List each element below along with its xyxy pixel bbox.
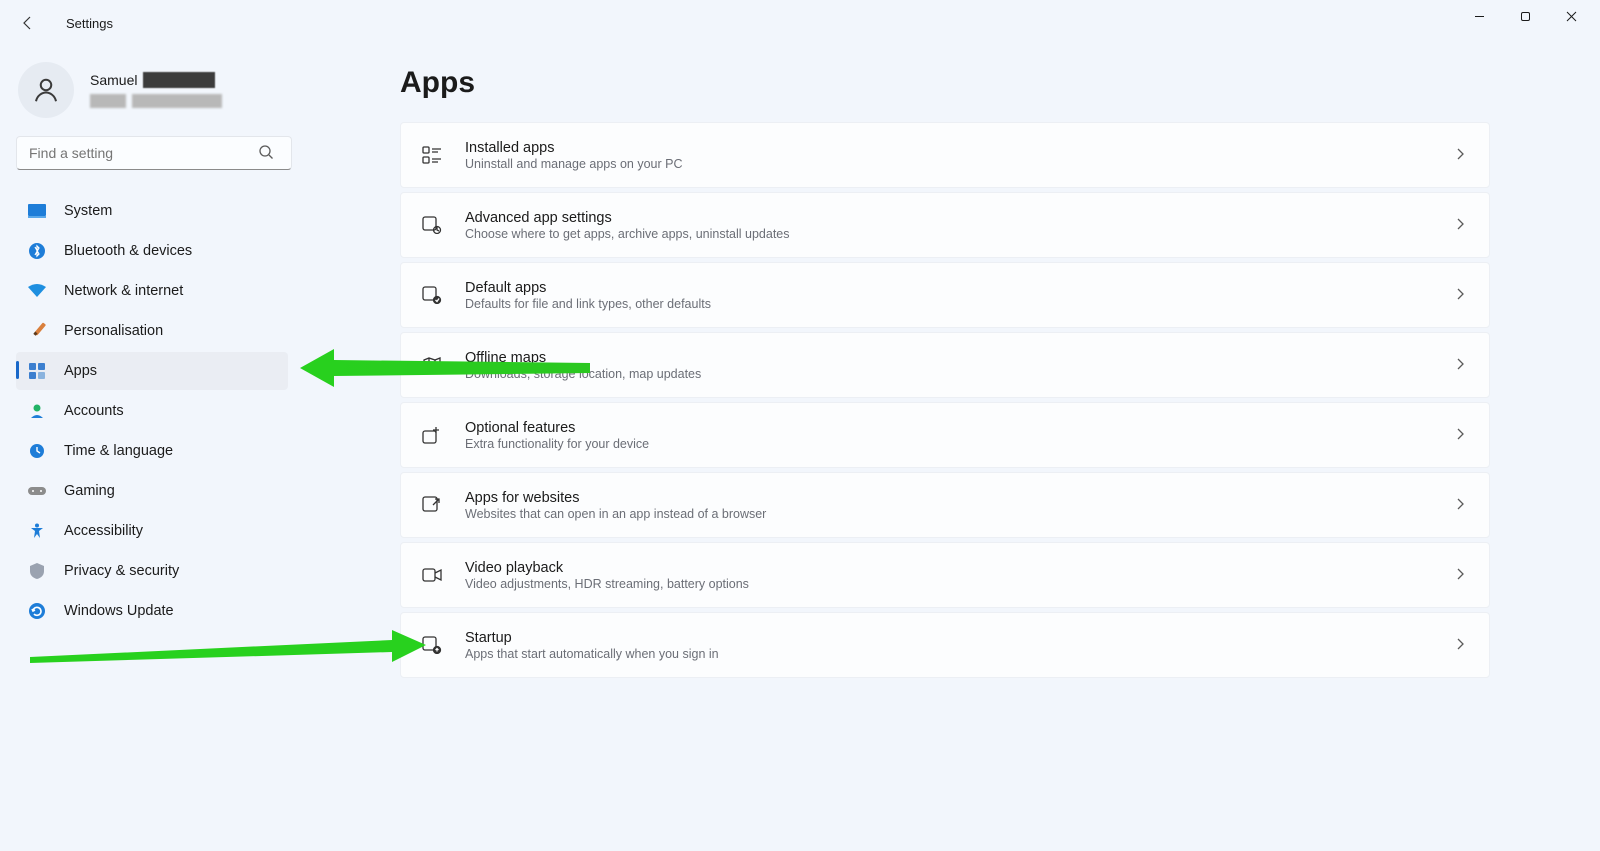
bluetooth-icon: [28, 242, 46, 260]
card-subtitle: Choose where to get apps, archive apps, …: [465, 227, 1455, 241]
main-content: Apps Installed apps Uninstall and manage…: [300, 46, 1600, 851]
user-meta: Samuel: [90, 72, 222, 108]
sidebar-item-accounts[interactable]: Accounts: [16, 392, 288, 430]
system-icon: [28, 202, 46, 220]
installed-apps-icon: [421, 146, 443, 164]
chevron-right-icon: [1455, 357, 1465, 374]
sidebar-item-label: Time & language: [64, 443, 173, 459]
sidebar-item-label: Apps: [64, 363, 97, 379]
card-title: Optional features: [465, 420, 1455, 436]
apps-icon: [28, 362, 46, 380]
chevron-right-icon: [1455, 567, 1465, 584]
personalisation-icon: [28, 322, 46, 340]
accounts-icon: [28, 402, 46, 420]
card-video-playback[interactable]: Video playback Video adjustments, HDR st…: [400, 542, 1490, 608]
card-title: Offline maps: [465, 350, 1455, 366]
network-icon: [28, 282, 46, 300]
search-icon: [258, 144, 274, 163]
sidebar-item-system[interactable]: System: [16, 192, 288, 230]
sidebar-item-update[interactable]: Windows Update: [16, 592, 288, 630]
sidebar-item-label: Windows Update: [64, 603, 174, 619]
card-subtitle: Video adjustments, HDR streaming, batter…: [465, 577, 1455, 591]
sidebar: Samuel System: [0, 46, 300, 851]
sidebar-item-label: Gaming: [64, 483, 115, 499]
back-button[interactable]: [18, 13, 38, 33]
sidebar-item-time[interactable]: Time & language: [16, 432, 288, 470]
sidebar-item-label: Bluetooth & devices: [64, 243, 192, 259]
card-title: Installed apps: [465, 140, 1455, 156]
sidebar-item-label: System: [64, 203, 112, 219]
sidebar-item-label: Network & internet: [64, 283, 183, 299]
optional-features-icon: [421, 426, 443, 444]
chevron-right-icon: [1455, 497, 1465, 514]
user-first-name: Samuel: [90, 72, 137, 88]
card-startup[interactable]: Startup Apps that start automatically wh…: [400, 612, 1490, 678]
card-list: Installed apps Uninstall and manage apps…: [400, 122, 1490, 678]
card-title: Video playback: [465, 560, 1455, 576]
update-icon: [28, 602, 46, 620]
offline-maps-icon: [421, 356, 443, 374]
chevron-right-icon: [1455, 427, 1465, 444]
advanced-settings-icon: [421, 216, 443, 234]
video-playback-icon: [421, 567, 443, 583]
apps-websites-icon: [421, 496, 443, 514]
window-controls: [1456, 0, 1594, 32]
sidebar-item-network[interactable]: Network & internet: [16, 272, 288, 310]
user-card[interactable]: Samuel: [18, 62, 288, 118]
nav-list: System Bluetooth & devices Network & int…: [16, 192, 288, 630]
card-subtitle: Downloads, storage location, map updates: [465, 367, 1455, 381]
close-button[interactable]: [1548, 0, 1594, 32]
sidebar-item-privacy[interactable]: Privacy & security: [16, 552, 288, 590]
chevron-right-icon: [1455, 217, 1465, 234]
chevron-right-icon: [1455, 287, 1465, 304]
avatar: [18, 62, 74, 118]
default-apps-icon: [421, 286, 443, 304]
startup-icon: [421, 636, 443, 654]
card-subtitle: Extra functionality for your device: [465, 437, 1455, 451]
sidebar-item-label: Accessibility: [64, 523, 143, 539]
card-subtitle: Apps that start automatically when you s…: [465, 647, 1455, 661]
titlebar: Settings: [0, 0, 1600, 46]
search-input[interactable]: [16, 136, 292, 170]
card-title: Startup: [465, 630, 1455, 646]
minimize-button[interactable]: [1456, 0, 1502, 32]
card-subtitle: Websites that can open in an app instead…: [465, 507, 1455, 521]
sidebar-item-personalisation[interactable]: Personalisation: [16, 312, 288, 350]
time-icon: [28, 442, 46, 460]
sidebar-item-gaming[interactable]: Gaming: [16, 472, 288, 510]
redacted-email-b: [132, 94, 222, 108]
maximize-button[interactable]: [1502, 0, 1548, 32]
card-optional-features[interactable]: Optional features Extra functionality fo…: [400, 402, 1490, 468]
redacted-last-name: [143, 72, 215, 88]
sidebar-item-bluetooth[interactable]: Bluetooth & devices: [16, 232, 288, 270]
privacy-icon: [28, 562, 46, 580]
redacted-email-a: [90, 94, 126, 108]
sidebar-item-label: Accounts: [64, 403, 124, 419]
card-title: Advanced app settings: [465, 210, 1455, 226]
sidebar-item-accessibility[interactable]: Accessibility: [16, 512, 288, 550]
card-apps-for-websites[interactable]: Apps for websites Websites that can open…: [400, 472, 1490, 538]
accessibility-icon: [28, 522, 46, 540]
card-title: Apps for websites: [465, 490, 1455, 506]
card-default-apps[interactable]: Default apps Defaults for file and link …: [400, 262, 1490, 328]
card-installed-apps[interactable]: Installed apps Uninstall and manage apps…: [400, 122, 1490, 188]
chevron-right-icon: [1455, 147, 1465, 164]
card-subtitle: Defaults for file and link types, other …: [465, 297, 1455, 311]
card-subtitle: Uninstall and manage apps on your PC: [465, 157, 1455, 171]
chevron-right-icon: [1455, 637, 1465, 654]
card-title: Default apps: [465, 280, 1455, 296]
card-advanced-app-settings[interactable]: Advanced app settings Choose where to ge…: [400, 192, 1490, 258]
sidebar-item-label: Privacy & security: [64, 563, 179, 579]
gaming-icon: [28, 482, 46, 500]
card-offline-maps[interactable]: Offline maps Downloads, storage location…: [400, 332, 1490, 398]
sidebar-item-label: Personalisation: [64, 323, 163, 339]
app-title: Settings: [66, 16, 113, 31]
sidebar-item-apps[interactable]: Apps: [16, 352, 288, 390]
search-container: [16, 136, 288, 170]
page-title: Apps: [400, 66, 1490, 100]
